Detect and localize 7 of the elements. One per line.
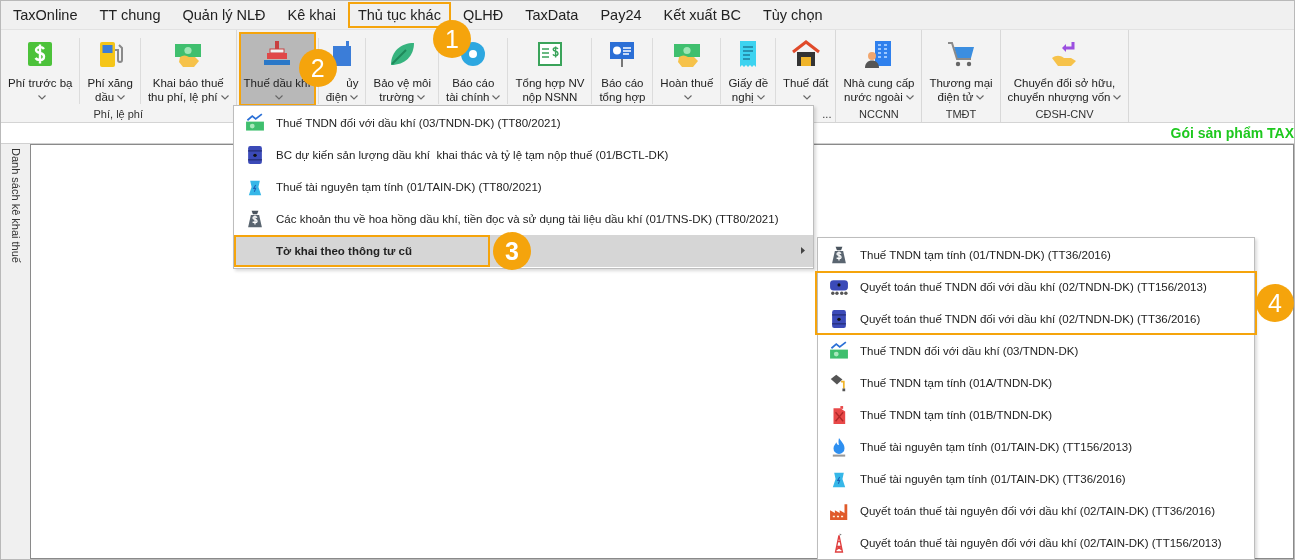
group-label: CĐSH-CNV xyxy=(1035,108,1094,120)
product-name-label: Gói sản phẩm TAX xyxy=(1170,125,1294,141)
group-label: Phí, lệ phí xyxy=(93,108,144,120)
group-label: NCCNN xyxy=(859,108,899,120)
group-label: ... xyxy=(822,108,832,120)
group-label: TMĐT xyxy=(945,108,977,120)
step-badge: 3 xyxy=(493,232,531,270)
